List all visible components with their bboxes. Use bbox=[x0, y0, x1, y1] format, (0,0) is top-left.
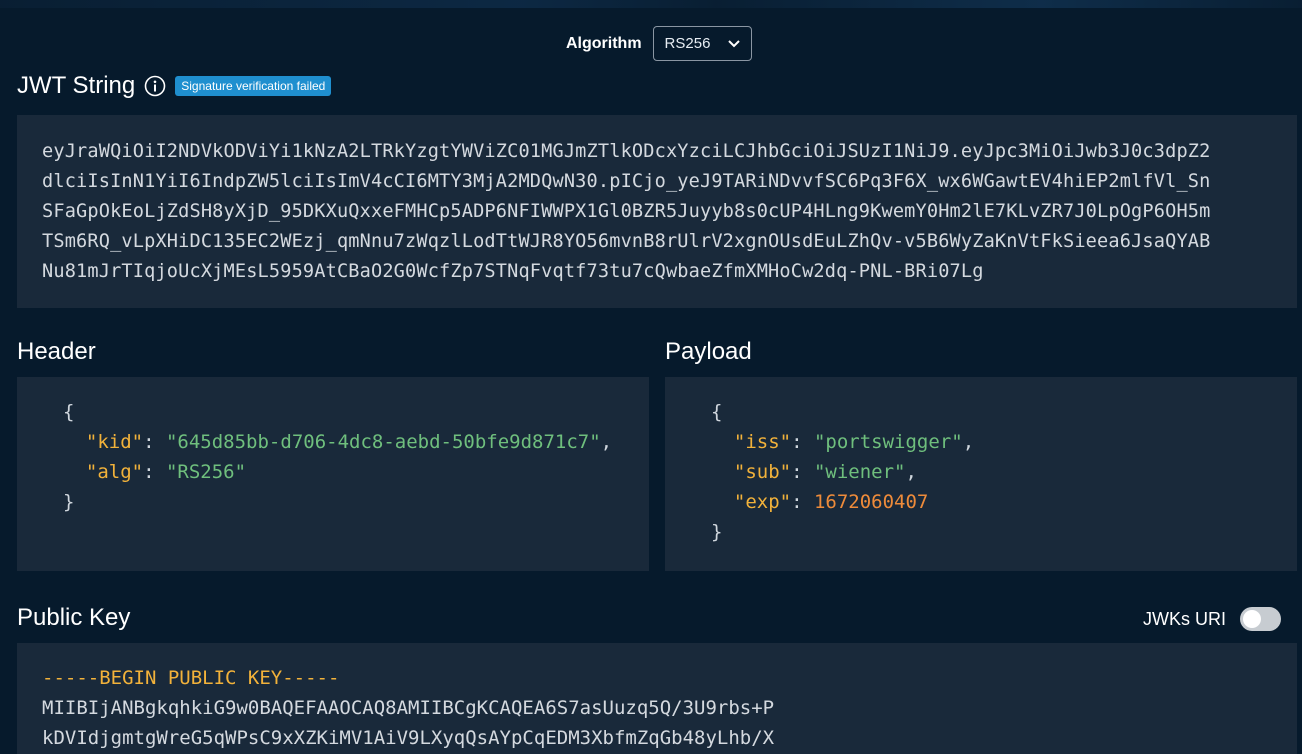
json-close-brace: } bbox=[63, 491, 75, 513]
top-decoration bbox=[0, 0, 1302, 8]
signature-status-badge: Signature verification failed bbox=[175, 76, 332, 96]
jwks-uri-row: JWKs URI bbox=[1143, 607, 1281, 631]
header-json: { "kid": "645d85bb-d706-4dc8-aebd-50bfe9… bbox=[63, 397, 612, 517]
json-comma: , bbox=[600, 431, 613, 453]
payload-json: { "iss": "portswigger", "sub": "wiener",… bbox=[711, 397, 974, 547]
chevron-down-icon bbox=[727, 39, 740, 47]
json-comma: , bbox=[962, 431, 975, 453]
json-comma: , bbox=[905, 461, 917, 483]
json-key: "alg" bbox=[85, 461, 144, 483]
jwks-uri-label: JWKs URI bbox=[1143, 608, 1226, 629]
payload-title: Payload bbox=[665, 338, 752, 365]
jwt-string-input[interactable]: eyJraWQiOiI2NDVkODViYi1kNzA2LTRkYzgtYWVi… bbox=[17, 115, 1297, 308]
jwks-uri-toggle[interactable] bbox=[1240, 607, 1281, 631]
public-key-line: kDVIdjgmtgWreG5qWPsC9xXZKiMV1AiV9LXyqQsA… bbox=[42, 727, 775, 749]
json-field: "exp": 1672060407 bbox=[733, 491, 929, 513]
jwt-title-row: JWT String Signature verification failed bbox=[17, 72, 332, 100]
header-title: Header bbox=[17, 338, 96, 365]
algorithm-selected-value: RS256 bbox=[664, 35, 711, 52]
jwt-line: dlciIsInN1YiI6IndpZW5lciIsImV4cCI6MTY3Mj… bbox=[42, 171, 1211, 192]
json-key: "sub" bbox=[733, 461, 792, 483]
info-icon[interactable] bbox=[144, 75, 166, 97]
json-value: 1672060407 bbox=[813, 491, 929, 513]
payload-json-editor[interactable]: { "iss": "portswigger", "sub": "wiener",… bbox=[665, 377, 1297, 571]
jwt-line: Nu81mJrTIqjoUcXjMEsL5959AtCBaO2G0WcfZp7S… bbox=[42, 261, 984, 282]
toggle-knob bbox=[1243, 610, 1261, 628]
jwt-string-title: JWT String bbox=[17, 72, 136, 99]
json-value: "645d85bb-d706-4dc8-aebd-50bfe9d871c7" bbox=[165, 431, 601, 453]
json-field: "alg": "RS256" bbox=[85, 461, 247, 483]
json-field: "kid": "645d85bb-d706-4dc8-aebd-50bfe9d8… bbox=[85, 431, 613, 453]
json-open-brace: { bbox=[63, 401, 75, 423]
public-key-line: MIIBIjANBgkqhkiG9w0BAQEFAAOCAQ8AMIIBCgKC… bbox=[42, 697, 775, 719]
json-value: "wiener" bbox=[813, 461, 906, 483]
json-open-brace: { bbox=[711, 401, 723, 423]
jwt-line: eyJraWQiOiI2NDVkODViYi1kNzA2LTRkYzgtYWVi… bbox=[42, 141, 1211, 162]
algorithm-label: Algorithm bbox=[566, 34, 642, 52]
json-value: "portswigger" bbox=[813, 431, 963, 453]
json-close-brace: } bbox=[711, 521, 723, 543]
json-field: "sub": "wiener", bbox=[733, 461, 917, 483]
jwt-line: SFaGpOkEoLjZdSH8yXjD_95DKXuQxxeFMHCp5ADP… bbox=[42, 201, 1211, 222]
json-key: "iss" bbox=[733, 431, 792, 453]
json-key: "exp" bbox=[733, 491, 792, 513]
algorithm-select[interactable]: RS256 bbox=[652, 26, 752, 61]
json-field: "iss": "portswigger", bbox=[733, 431, 975, 453]
public-key-line: -----BEGIN PUBLIC KEY----- bbox=[42, 667, 340, 689]
json-value: "RS256" bbox=[165, 461, 247, 483]
algorithm-row: Algorithm RS256 bbox=[566, 26, 752, 61]
public-key-input[interactable]: -----BEGIN PUBLIC KEY----- MIIBIjANBgkqh… bbox=[17, 643, 1297, 754]
public-key-title: Public Key bbox=[17, 604, 131, 631]
jwt-line: TSm6RQ_vLpXHiDC135EC2WEzj_qmNnu7zWqzlLod… bbox=[42, 231, 1211, 252]
header-json-editor[interactable]: { "kid": "645d85bb-d706-4dc8-aebd-50bfe9… bbox=[17, 377, 649, 571]
json-key: "kid" bbox=[85, 431, 144, 453]
